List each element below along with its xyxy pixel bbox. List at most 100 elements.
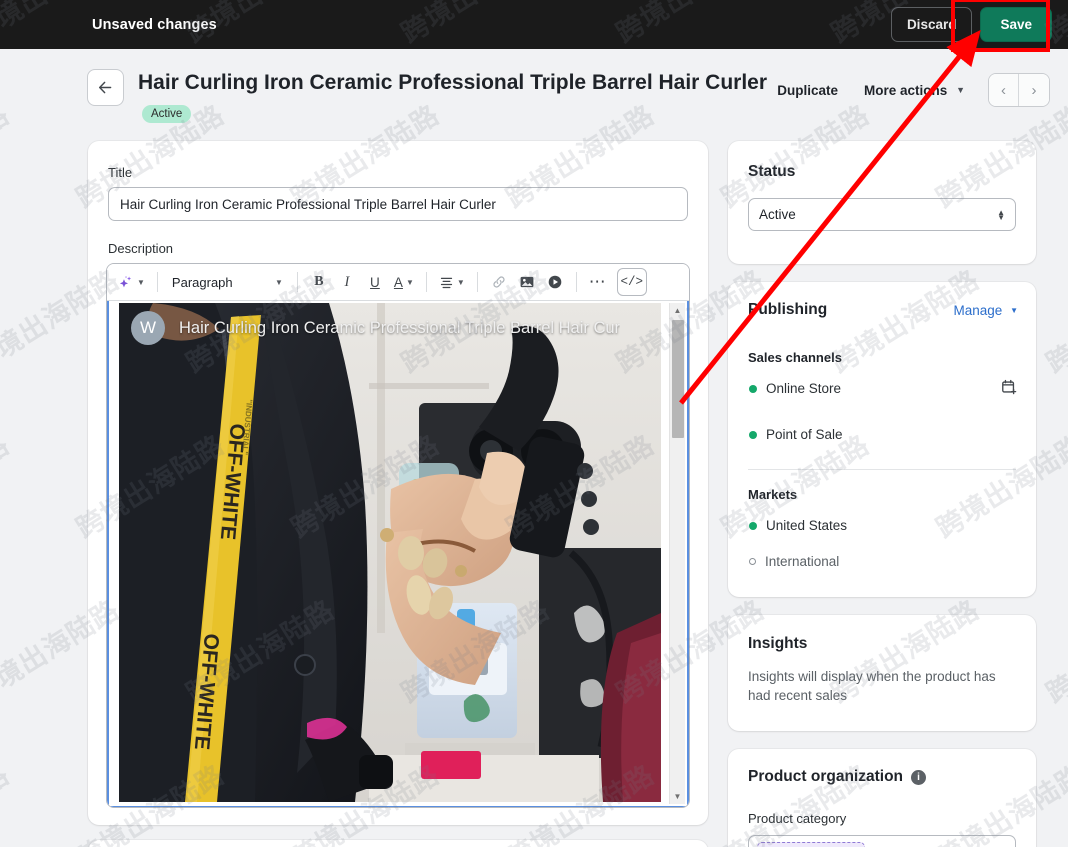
product-category-field[interactable] (748, 835, 1016, 847)
insert-link-button[interactable] (486, 269, 512, 296)
italic-label: I (344, 273, 350, 290)
description-field-label: Description (108, 241, 174, 256)
text-color-label: A (393, 274, 403, 290)
select-arrows-icon: ▲ ▼ (997, 207, 1005, 222)
toolbar-divider (575, 272, 577, 292)
prev-product-button[interactable]: ‹ (989, 74, 1019, 106)
duplicate-button[interactable]: Duplicate (764, 76, 851, 105)
status-select[interactable]: Active ▲ ▼ (748, 198, 1016, 231)
chevron-down-icon: ▼ (456, 277, 465, 287)
market-name: International (765, 554, 840, 569)
insert-video-button[interactable] (542, 269, 568, 296)
market-name: United States (766, 518, 848, 533)
chevron-down-icon: ▼ (137, 277, 145, 287)
manage-publishing-button[interactable]: Manage ▼ (954, 303, 1018, 318)
underline-label: U (370, 274, 380, 290)
chevron-down-icon: ▼ (275, 277, 283, 287)
scrollbar-thumb[interactable] (672, 320, 684, 438)
sales-channel-name: Online Store (766, 381, 842, 396)
more-actions-label: More actions (864, 82, 948, 98)
video-icon (548, 275, 562, 289)
schedule-publish-button[interactable] (1001, 379, 1017, 400)
info-icon[interactable]: i (911, 769, 926, 785)
markets-label: Markets (748, 487, 798, 502)
caret-up-icon: ▲ (673, 306, 682, 315)
editor-scrollbar[interactable]: ▲ ▼ (669, 303, 685, 804)
block-format-select[interactable]: Paragraph ▼ (166, 269, 289, 296)
sales-channel-row[interactable]: Point of Sale (749, 427, 843, 442)
editor-toolbar: ▼ Paragraph ▼ B I U A ▼ ▼ ⋯ </> (107, 264, 689, 301)
image-icon (520, 276, 534, 288)
watermark-text: 跨境出海陆路 (1041, 594, 1068, 710)
video-title: Hair Curling Iron Ceramic Professional T… (179, 318, 621, 337)
publishing-card-heading: Publishing (748, 301, 828, 318)
watermark-text: 跨境出海陆路 (0, 429, 16, 545)
sales-channel-name: Point of Sale (766, 427, 843, 442)
discard-button[interactable]: Discard (890, 7, 973, 42)
page-title: Hair Curling Iron Ceramic Professional T… (138, 71, 768, 94)
title-input[interactable] (108, 187, 688, 221)
sparkle-ai-icon (119, 275, 132, 287)
app-root: Hair Curling Iron Ceramic Professional T… (0, 0, 1068, 847)
chevron-down-icon: ▼ (1010, 306, 1018, 315)
chevron-down-icon: ▼ (956, 84, 965, 95)
toolbar-divider (476, 272, 478, 292)
category-tag-placeholder (757, 842, 865, 847)
manage-label: Manage (953, 303, 1003, 318)
media-card-partial (88, 840, 708, 847)
caret-down-icon: ▼ (673, 792, 682, 801)
status-dot-icon (749, 384, 757, 393)
ellipsis-glyph: ⋯ (588, 272, 607, 291)
title-field-label: Title (108, 165, 133, 180)
italic-button[interactable]: I (334, 269, 360, 296)
chevron-down-icon: ▼ (405, 277, 414, 287)
video-still: OFF-WHITE OFF-WHITE "INDUSTRIAL" (119, 303, 661, 802)
status-dot-icon (749, 521, 757, 530)
watermark-text: 跨境出海陆路 (0, 759, 16, 847)
market-row[interactable]: United States (749, 518, 847, 533)
embedded-video[interactable]: OFF-WHITE OFF-WHITE "INDUSTRIAL" W Hair … (119, 303, 661, 802)
bold-label: B (314, 274, 324, 289)
publishing-card: Publishing Manage ▼ Sales channels Onlin… (728, 282, 1036, 597)
avatar: W (131, 311, 165, 345)
scrollbar-up-button[interactable]: ▲ (670, 303, 685, 318)
org-card-heading: Product organization (748, 768, 903, 785)
status-dot-icon (749, 430, 757, 439)
sales-channel-row[interactable]: Online Store (749, 381, 841, 396)
more-formatting-button[interactable]: ellipsis-icon ⋯ (585, 269, 611, 296)
next-product-button[interactable]: › (1019, 74, 1049, 106)
product-category-label: Product category (748, 811, 847, 826)
market-row[interactable]: International (749, 554, 839, 569)
align-button[interactable]: ▼ (435, 269, 469, 296)
insights-card: Insights Insights will display when the … (728, 615, 1036, 731)
ai-sparkle-button[interactable]: ▼ (113, 269, 149, 296)
insights-body-text: Insights will display when the product h… (748, 669, 996, 703)
insert-image-button[interactable] (514, 269, 540, 296)
text-color-button[interactable]: A ▼ (390, 269, 418, 296)
description-editor: ▼ Paragraph ▼ B I U A ▼ ▼ ⋯ </> OFF-WHIT… (106, 263, 690, 808)
editor-content-area[interactable]: OFF-WHITE OFF-WHITE "INDUSTRIAL" W Hair … (107, 301, 689, 807)
underline-button[interactable]: U (362, 269, 388, 296)
publishing-divider (748, 469, 1016, 470)
back-button[interactable] (87, 69, 124, 106)
org-heading-row: Product organization i (748, 768, 926, 786)
sales-channels-label: Sales channels (748, 350, 842, 365)
duplicate-label: Duplicate (777, 82, 839, 98)
insights-card-heading: Insights (748, 635, 808, 652)
video-title-overlay: W Hair Curling Iron Ceramic Professional… (119, 303, 661, 353)
save-button[interactable]: Save (980, 7, 1052, 42)
unsaved-changes-label: Unsaved changes (92, 16, 217, 33)
product-details-card: Title Description ▼ Paragraph ▼ (88, 141, 708, 825)
code-view-button[interactable]: </> (616, 268, 647, 296)
bold-button[interactable]: B (306, 269, 332, 296)
status-select-value: Active (759, 207, 796, 222)
align-icon (440, 277, 452, 288)
toolbar-divider (156, 272, 158, 292)
code-view-label: </> (620, 275, 644, 289)
header-actions: Duplicate More actions ▼ ‹ › (764, 73, 1050, 107)
scrollbar-down-button[interactable]: ▼ (670, 789, 685, 804)
calendar-plus-icon (1002, 379, 1017, 395)
more-actions-button[interactable]: More actions ▼ (851, 76, 978, 105)
block-format-label: Paragraph (171, 274, 233, 290)
pagination: ‹ › (988, 73, 1050, 107)
